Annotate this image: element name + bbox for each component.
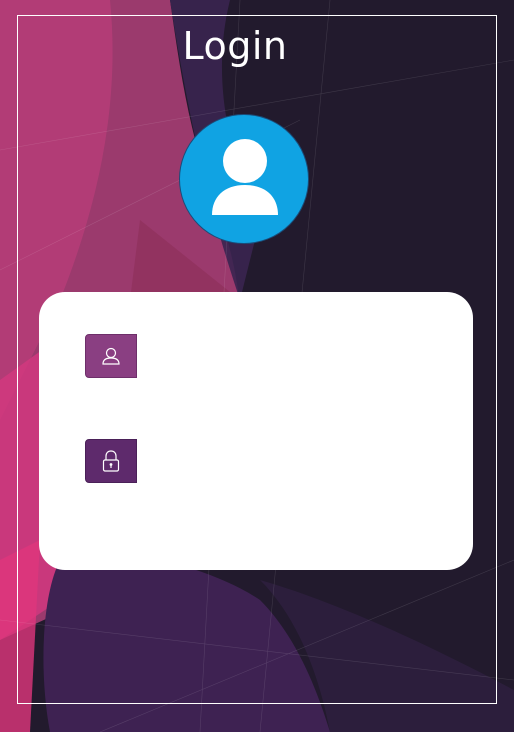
password-input[interactable] [141,439,421,483]
login-form-card [39,292,473,570]
username-input[interactable] [141,334,421,378]
user-icon [85,334,137,378]
page-title: Login [182,24,288,68]
user-avatar-icon [212,139,278,215]
username-field [85,334,425,378]
avatar [179,114,309,244]
password-field [85,439,425,483]
lock-icon [85,439,137,483]
